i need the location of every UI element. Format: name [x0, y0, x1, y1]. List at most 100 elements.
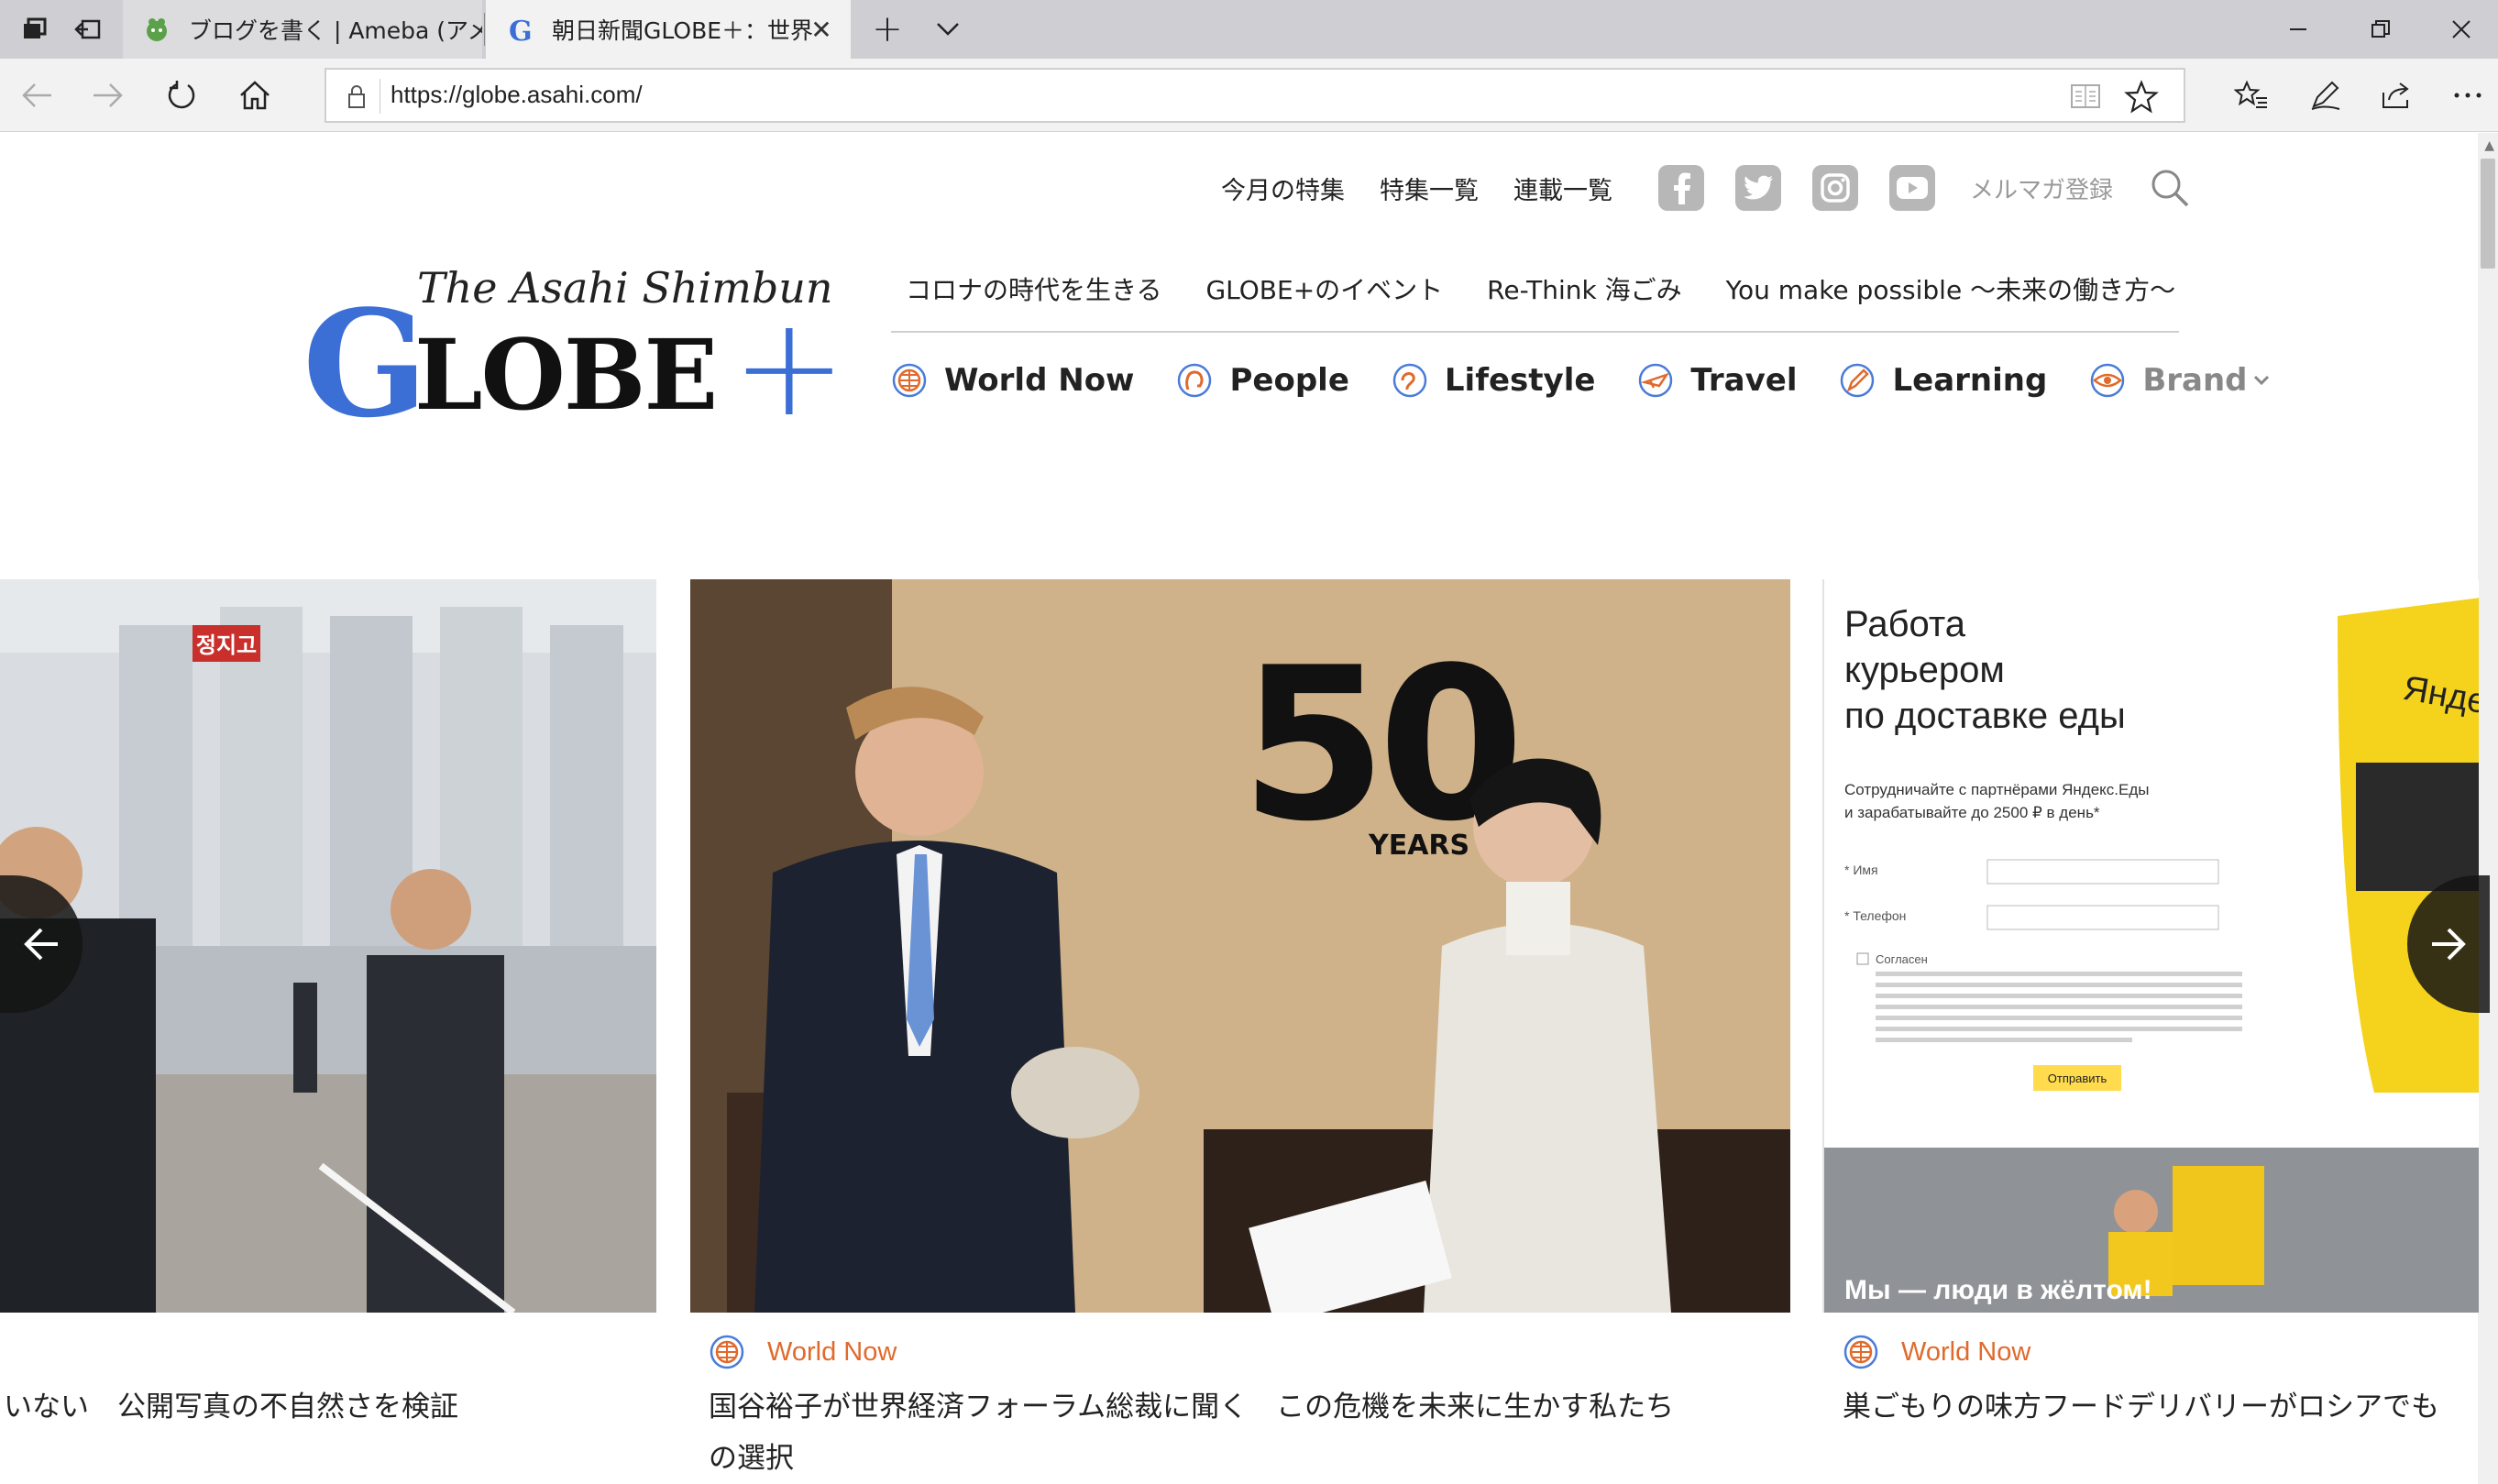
ameba-favicon-icon [143, 16, 171, 43]
search-icon [2151, 170, 2189, 207]
restore-icon [2371, 20, 2390, 38]
slide-image-right[interactable]: Работа курьером по доставке еды Сотрудни… [1822, 579, 2479, 1313]
feature-link-rethink[interactable]: Re-Think 海ごみ [1487, 270, 1681, 307]
close-icon [2452, 20, 2470, 38]
util-link-feature-list[interactable]: 特集一覧 [1380, 170, 1479, 206]
learning-icon [1841, 363, 1875, 398]
yandex-ad: Работа курьером по доставке еды Сотрудни… [1824, 579, 2479, 1313]
tab-globe[interactable]: G 朝日新聞GLOBE＋：世界 ✕ [486, 0, 851, 59]
minimize-button[interactable] [2270, 0, 2327, 59]
pen-icon [2311, 81, 2340, 110]
feature-link-future-work[interactable]: You make possible ～未来の働き方～ [1726, 270, 2175, 307]
twitter-icon[interactable] [1735, 165, 1781, 211]
youtube-icon[interactable] [1889, 165, 1935, 211]
category-brand[interactable]: Brand [2089, 362, 2271, 399]
ad-slogan: Мы — люди в жёлтом! [1844, 1275, 2152, 1305]
category-nav: World Now People Lifestyle Travel Learni… [891, 362, 2313, 399]
category-label: World Now [944, 362, 1135, 399]
years-text: YEARS [1368, 830, 1469, 862]
logo-g: G [303, 278, 428, 450]
slide-title-line: 国谷裕子が世界経済フォーラム総裁に聞く この危機を未来に生かす私たち [709, 1391, 1675, 1424]
ad-field-label: * Телефон [1844, 908, 1906, 923]
share-button[interactable] [2367, 66, 2426, 125]
brand-icon [2091, 363, 2125, 398]
slide-category-center[interactable]: World Now [709, 1334, 897, 1370]
category-people[interactable]: People [1176, 362, 1349, 399]
close-tab-icon[interactable]: ✕ [807, 15, 836, 45]
util-link-series-list[interactable]: 連載一覧 [1513, 170, 1612, 206]
feature-link-corona[interactable]: コロナの時代を生きる [906, 270, 1161, 307]
category-lifestyle[interactable]: Lifestyle [1392, 362, 1596, 399]
globe-plus-logo[interactable]: The Asahi Shimbun G LOBE + [303, 263, 847, 437]
globe-icon [1843, 1335, 1878, 1369]
new-tab-button[interactable]: + [862, 0, 913, 59]
slide-image-left[interactable]: 정지고 [0, 579, 656, 1313]
category-label: Lifestyle [1444, 362, 1596, 399]
category-label: People [1229, 362, 1349, 399]
chevron-down-icon [2254, 375, 2270, 386]
reading-view-icon[interactable] [2070, 82, 2101, 110]
set-aside-tabs-button[interactable] [62, 0, 114, 59]
favorites-button[interactable] [2222, 66, 2281, 125]
lifestyle-icon [1392, 363, 1427, 398]
logo-plus: + [732, 288, 847, 447]
search-button[interactable] [2150, 168, 2190, 208]
logo-lobe: LOBE [414, 317, 718, 432]
interview-photo: 50 YEARS [690, 579, 1790, 1313]
forward-button[interactable] [79, 66, 138, 125]
category-learning[interactable]: Learning [1839, 362, 2047, 399]
refresh-button[interactable] [152, 66, 211, 125]
category-label: Learning [1892, 362, 2048, 399]
arrow-right-icon [2432, 928, 2466, 961]
util-link-monthly-feature[interactable]: 今月の特集 [1221, 170, 1345, 206]
slide-title-center[interactable]: 国谷裕子が世界経済フォーラム総裁に聞く この危機を未来に生かす私たち の選択 [709, 1381, 1790, 1484]
tabs-icon [24, 17, 47, 38]
arrow-left-icon [24, 928, 58, 961]
url-text[interactable]: https://globe.asahi.com/ [391, 81, 643, 109]
category-world-now[interactable]: World Now [891, 362, 1134, 399]
favorite-star-icon[interactable] [2123, 79, 2160, 115]
category-label: World Now [1901, 1336, 2031, 1367]
ad-submit: Отправить [2048, 1072, 2107, 1085]
newsletter-signup-link[interactable]: メルマガ登録 [1970, 171, 2113, 205]
scroll-thumb[interactable] [2481, 159, 2495, 269]
more-button[interactable] [2438, 66, 2497, 125]
back-button[interactable] [7, 66, 66, 125]
tab-separator [484, 13, 485, 46]
slide-title-left[interactable]: いない 公開写真の不自然さを検証 [4, 1381, 458, 1433]
nav-divider [891, 331, 2179, 333]
scrollbar[interactable]: ▲ [2478, 133, 2498, 1484]
slide-title-line: の選択 [709, 1442, 794, 1475]
slide-image-center[interactable]: 50 YEARS [690, 579, 1790, 1313]
category-label: Brand [2142, 362, 2248, 399]
notes-button[interactable] [2295, 66, 2354, 125]
slide-category-right[interactable]: World Now [1843, 1334, 2030, 1370]
ad-heading: по доставке еды [1844, 696, 2126, 736]
navigation-bar: https://globe.asahi.com/ [0, 59, 2498, 132]
tab-preview-button[interactable] [922, 0, 974, 59]
tab-ameba[interactable]: ブログを書く | Ameba (アメーバ [123, 0, 482, 59]
utility-nav: 今月の特集 特集一覧 連載一覧 メルマガ登録 [1221, 160, 2190, 215]
ad-heading: Работа [1844, 604, 1966, 644]
slide-title-right[interactable]: 巣ごもりの味方フードデリバリーがロシアでも [1843, 1381, 2479, 1433]
close-window-button[interactable] [2433, 0, 2490, 59]
facebook-icon[interactable] [1658, 165, 1704, 211]
globe-icon [892, 363, 927, 398]
tab-manager-button[interactable] [9, 0, 61, 59]
people-icon [1178, 363, 1212, 398]
feature-link-events[interactable]: GLOBE+のイベント [1205, 270, 1443, 307]
factory-photo: 정지고 [0, 579, 656, 1313]
feature-nav: コロナの時代を生きる GLOBE+のイベント Re-Think 海ごみ You … [906, 270, 2175, 307]
tab-label: ブログを書く | Ameba (アメーバ [189, 17, 482, 44]
globe-favicon-icon: G [506, 16, 534, 43]
scroll-up-icon[interactable]: ▲ [2484, 138, 2494, 153]
address-bar[interactable]: https://globe.asahi.com/ [325, 68, 2185, 123]
category-travel[interactable]: Travel [1637, 362, 1797, 399]
instagram-icon[interactable] [1812, 165, 1858, 211]
travel-icon [1639, 363, 1673, 398]
restore-button[interactable] [2352, 0, 2409, 59]
category-label: World Now [767, 1336, 897, 1367]
home-button[interactable] [226, 66, 284, 125]
title-bar: ブログを書く | Ameba (アメーバ G 朝日新聞GLOBE＋：世界 ✕ + [0, 0, 2498, 59]
tab-label: 朝日新聞GLOBE＋：世界 [552, 17, 814, 44]
